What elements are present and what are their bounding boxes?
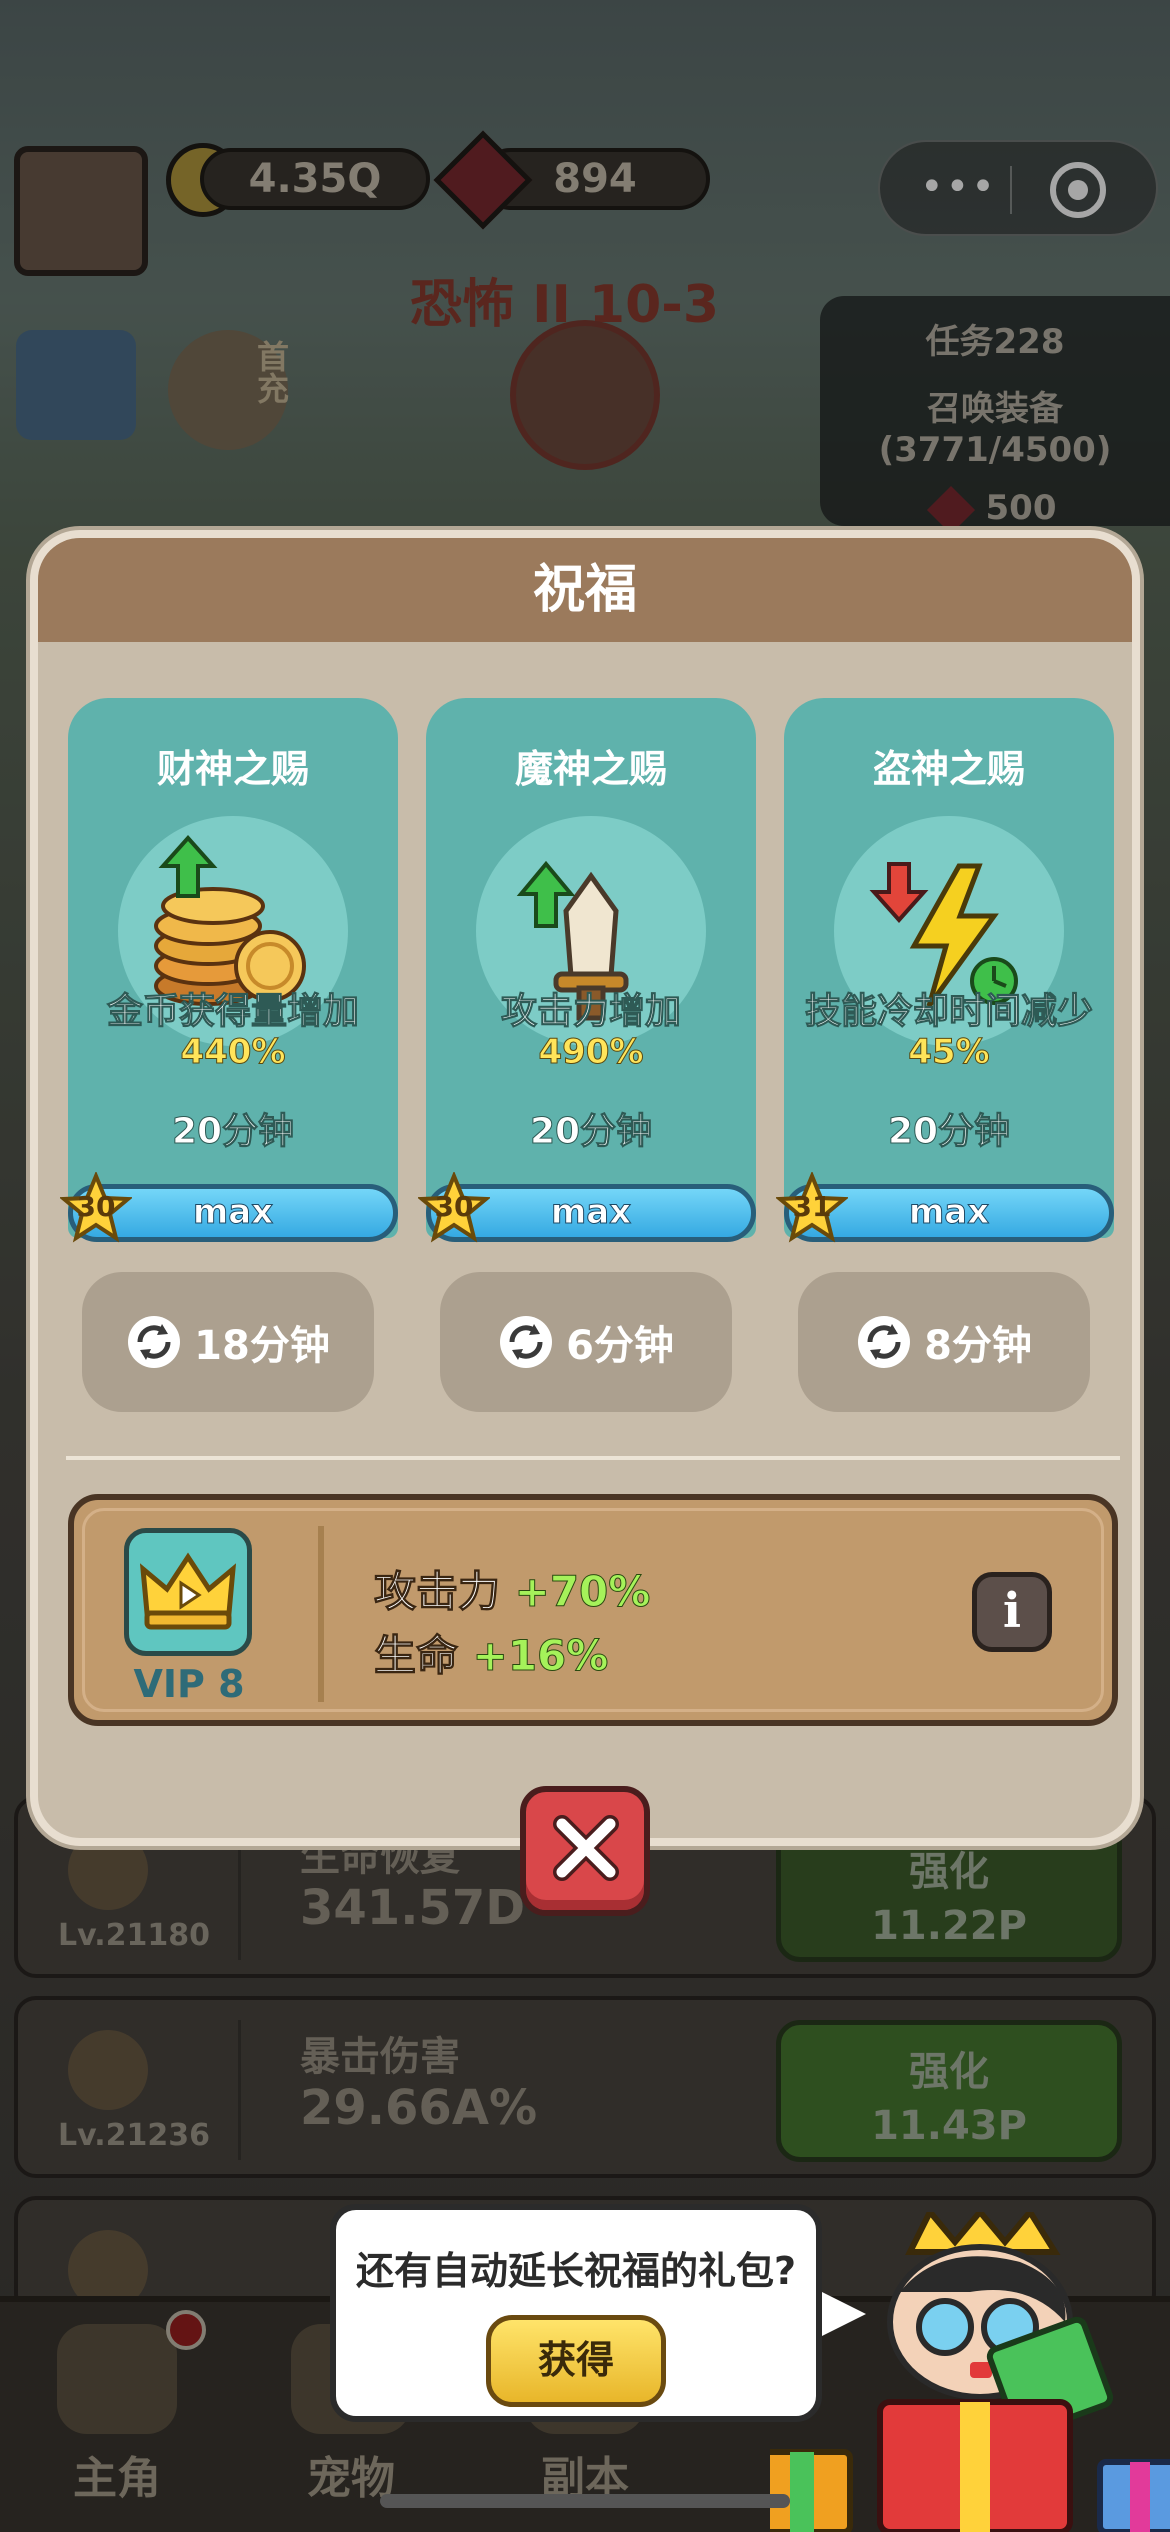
- card-body: 财神之赐 金币获得量增加 440% 20分钟 max 30: [58, 698, 398, 1243]
- blessing-card-wealth[interactable]: 财神之赐 金币获得量增加 440% 20分钟 max 30 18分钟: [58, 698, 398, 1412]
- stat-value: +16%: [472, 1631, 609, 1681]
- card-duration: 20分钟: [529, 1111, 653, 1153]
- stat-name: 生命: [373, 1631, 459, 1681]
- level-number: 30: [434, 1190, 474, 1223]
- card-title: 盗神之赐: [872, 747, 1025, 791]
- card-body: 魔神之赐 攻击力增加 490% 20分钟 max 30: [416, 698, 756, 1243]
- vip-bonus-panel: VIP 8 攻击力 +70% 生命 +16% i: [68, 1494, 1118, 1726]
- card-value: 490%: [538, 1032, 644, 1073]
- refresh-icon: [858, 1316, 911, 1368]
- dialog-title: 祝福: [38, 538, 1132, 642]
- blessing-cards: 财神之赐 金币获得量增加 440% 20分钟 max 30 18分钟 魔神之赐 …: [58, 698, 1118, 1412]
- vip-crown-icon: [124, 1528, 252, 1656]
- refresh-button[interactable]: 6分钟: [440, 1272, 732, 1412]
- cooldown-time: 6分钟: [566, 1323, 674, 1369]
- get-button[interactable]: 获得: [486, 2315, 666, 2407]
- cooldown-time: 8分钟: [924, 1323, 1032, 1369]
- card-effect: 金币获得量增加: [106, 991, 359, 1033]
- card-body: 盗神之赐 技能冷却时间减少 45% 20分钟 max 31: [774, 698, 1114, 1243]
- refresh-button[interactable]: 8分钟: [798, 1272, 1090, 1412]
- close-icon: [553, 1815, 619, 1881]
- level-star-icon: 31: [774, 1170, 850, 1244]
- vip-divider: [318, 1526, 324, 1702]
- card-duration: 20分钟: [171, 1111, 295, 1153]
- stat-value: +70%: [514, 1567, 651, 1617]
- vip-level: VIP 8: [133, 1662, 245, 1706]
- card-value: 440%: [180, 1032, 286, 1073]
- refresh-icon: [128, 1316, 181, 1368]
- vip-stat-hp: 生命 +16%: [373, 1622, 609, 1683]
- refresh-button[interactable]: 18分钟: [82, 1272, 374, 1412]
- card-title: 魔神之赐: [514, 747, 667, 791]
- mascot-character-icon[interactable]: [770, 2212, 1170, 2532]
- info-button[interactable]: i: [972, 1572, 1052, 1652]
- cooldown-time: 18分钟: [194, 1323, 330, 1369]
- stat-name: 攻击力: [373, 1567, 501, 1617]
- blessing-dialog: 祝福 财神之赐 金币获得量增加 440% 20分钟 max 30 18分钟 魔神…: [30, 530, 1140, 1846]
- vip-stat-attack: 攻击力 +70%: [373, 1558, 651, 1619]
- level-star-icon: 30: [58, 1170, 134, 1244]
- section-divider: [66, 1456, 1120, 1460]
- card-value: 45%: [908, 1032, 990, 1073]
- refresh-icon: [500, 1316, 553, 1368]
- blessing-card-thief[interactable]: 盗神之赐 技能冷却时间减少 45% 20分钟 max 31 8分钟: [774, 698, 1114, 1412]
- card-effect: 攻击力增加: [500, 991, 681, 1033]
- blessing-card-demon[interactable]: 魔神之赐 攻击力增加 490% 20分钟 max 30 6分钟: [416, 698, 756, 1412]
- promo-text: 还有自动延长祝福的礼包?: [355, 2249, 797, 2293]
- level-number: 31: [792, 1190, 832, 1223]
- level-number: 30: [76, 1190, 116, 1223]
- close-button[interactable]: [520, 1786, 650, 1916]
- card-duration: 20分钟: [887, 1111, 1011, 1153]
- promo-bubble: 还有自动延长祝福的礼包? 获得: [330, 2204, 822, 2422]
- level-star-icon: 30: [416, 1170, 492, 1244]
- home-indicator: [380, 2494, 790, 2508]
- card-title: 财神之赐: [156, 747, 309, 791]
- card-effect: 技能冷却时间减少: [804, 991, 1093, 1033]
